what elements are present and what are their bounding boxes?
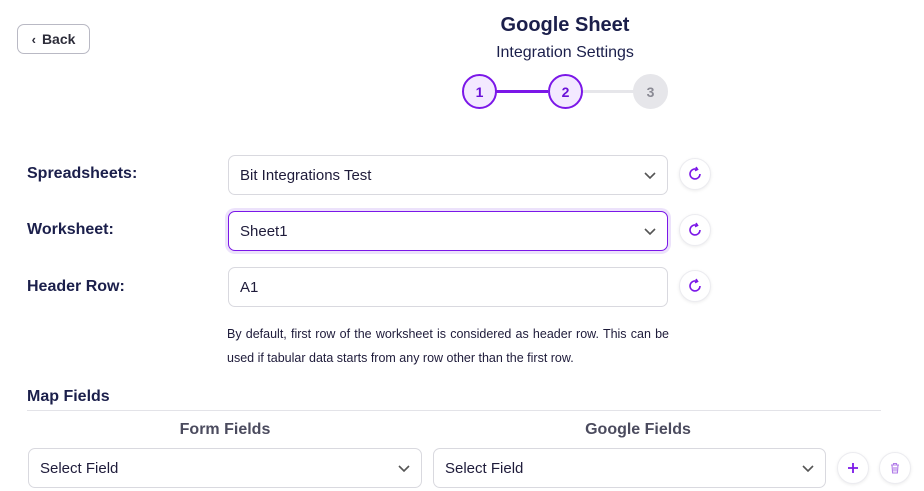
spreadsheets-label: Spreadsheets:	[27, 165, 138, 182]
step-1: 1	[462, 74, 497, 109]
header-row-value: A1	[240, 278, 259, 296]
worksheet-label: Worksheet:	[27, 221, 114, 238]
trash-icon	[891, 462, 899, 474]
step-3: 3	[633, 74, 668, 109]
back-button[interactable]: ‹ Back	[17, 24, 90, 54]
header-row-input[interactable]: A1	[228, 267, 668, 307]
chevron-down-icon	[802, 465, 814, 473]
header-row-label: Header Row:	[27, 278, 125, 295]
refresh-worksheet-button[interactable]	[679, 214, 711, 246]
page-title: Google Sheet	[500, 14, 630, 36]
chevron-down-icon	[644, 228, 656, 236]
progress-stepper: 1 2 3	[462, 73, 672, 109]
spreadsheets-value: Bit Integrations Test	[240, 166, 372, 184]
step-connector-completed	[496, 90, 548, 93]
google-field-value: Select Field	[445, 459, 524, 477]
map-fields-title: Map Fields	[27, 388, 110, 405]
google-fields-header: Google Fields	[585, 421, 691, 438]
refresh-header-row-button[interactable]	[679, 270, 711, 302]
chevron-down-icon	[398, 465, 410, 473]
chevron-left-icon: ‹	[31, 31, 36, 47]
refresh-spreadsheets-button[interactable]	[679, 158, 711, 190]
refresh-icon	[689, 166, 701, 180]
integration-settings-page: ‹ Back Google Sheet Integration Settings…	[0, 0, 924, 491]
step-connector-pending	[580, 90, 634, 93]
page-subtitle: Integration Settings	[496, 44, 634, 61]
worksheet-select[interactable]: Sheet1	[228, 211, 668, 251]
plus-icon	[848, 463, 858, 473]
header-row-help-text: By default, first row of the worksheet i…	[227, 327, 669, 365]
refresh-icon	[689, 278, 701, 292]
spreadsheets-select[interactable]: Bit Integrations Test	[228, 155, 668, 195]
add-field-button[interactable]	[837, 452, 869, 484]
form-field-value: Select Field	[40, 459, 119, 477]
section-divider	[27, 410, 881, 411]
refresh-icon	[689, 222, 701, 236]
worksheet-value: Sheet1	[240, 222, 288, 240]
step-2: 2	[548, 74, 583, 109]
delete-field-button[interactable]	[879, 452, 911, 484]
back-button-label: Back	[41, 31, 76, 47]
form-fields-header: Form Fields	[179, 421, 271, 438]
chevron-down-icon	[644, 172, 656, 180]
form-field-select[interactable]: Select Field	[28, 448, 422, 488]
google-field-select[interactable]: Select Field	[433, 448, 826, 488]
